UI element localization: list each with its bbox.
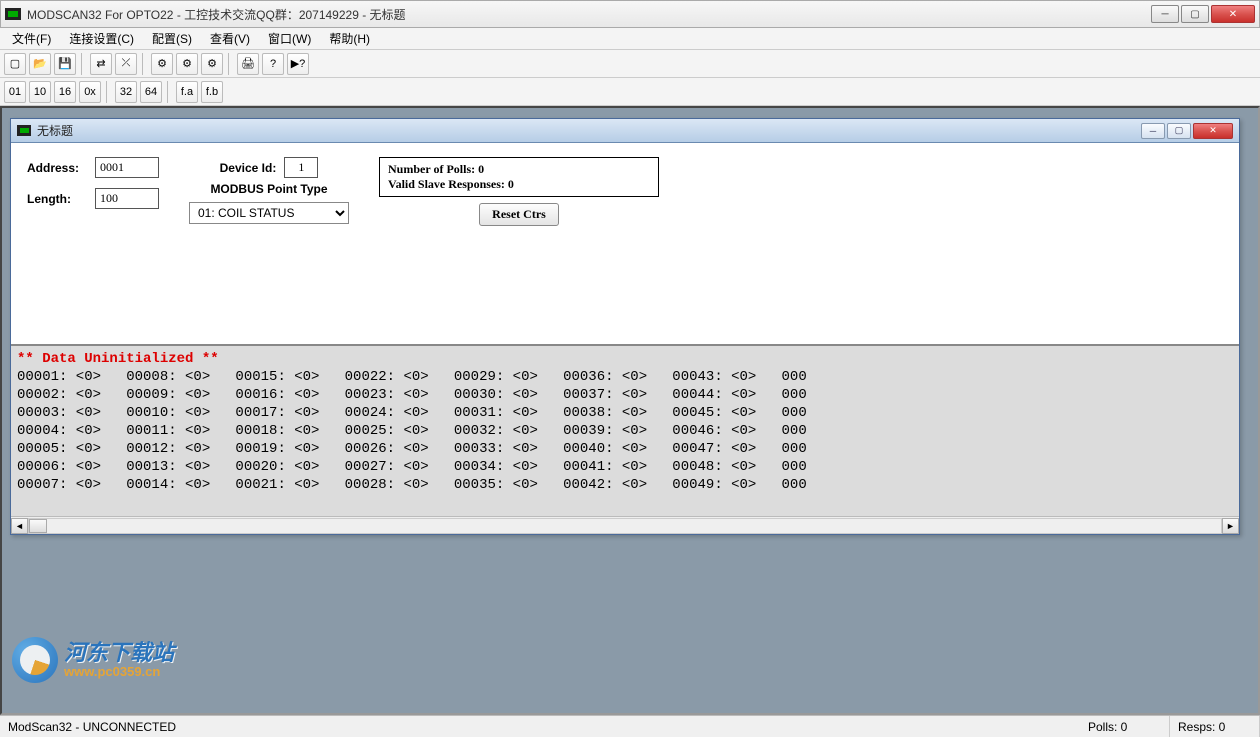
toolbtn-fmt-10[interactable]: 10	[29, 81, 51, 103]
toolbtn-new[interactable]: ▢	[4, 53, 26, 75]
statusbar: ModScan32 - UNCONNECTED Polls: 0 Resps: …	[0, 715, 1260, 737]
scroll-thumb[interactable]	[29, 519, 47, 533]
length-input[interactable]	[95, 188, 159, 209]
titlebar: MODSCAN32 For OPTO22 - 工控技术交流QQ群：2071492…	[0, 0, 1260, 28]
status-polls: Polls: 0	[1080, 716, 1170, 737]
toolbtn-fmt-32[interactable]: 32	[115, 81, 137, 103]
data-grid: 00001: <0> 00008: <0> 00015: <0> 00022: …	[17, 368, 1233, 494]
device-id-input[interactable]	[284, 157, 318, 178]
window-title: MODSCAN32 For OPTO22 - 工控技术交流QQ群：2071492…	[27, 6, 1151, 23]
child-titlebar: 无标题 ─ ▢ ✕	[11, 119, 1239, 143]
horizontal-scrollbar[interactable]: ◄ ►	[11, 516, 1239, 534]
toolbtn-fmt-16[interactable]: 16	[54, 81, 76, 103]
menu-连接设置(C)[interactable]: 连接设置(C)	[61, 28, 142, 49]
status-resps: Resps: 0	[1170, 716, 1260, 737]
menu-配置(S)[interactable]: 配置(S)	[144, 28, 200, 49]
point-type-select[interactable]: 01: COIL STATUS	[189, 202, 349, 224]
address-label: Address:	[27, 161, 87, 175]
child-close-button[interactable]: ✕	[1193, 123, 1233, 139]
watermark: 河东下载站 www.pc0359.cn	[12, 637, 174, 683]
point-type-label: MODBUS Point Type	[189, 182, 349, 196]
data-uninitialized-header: ** Data Uninitialized **	[17, 350, 1233, 368]
child-maximize-button[interactable]: ▢	[1167, 123, 1191, 139]
scroll-right-icon[interactable]: ►	[1222, 518, 1239, 534]
toolbtn-cfg1[interactable]: ⚙	[151, 53, 173, 75]
close-button[interactable]: ✕	[1211, 5, 1255, 23]
menu-窗口(W)[interactable]: 窗口(W)	[260, 28, 319, 49]
toolbtn-cfg2[interactable]: ⚙	[176, 53, 198, 75]
toolbtn-help[interactable]: ?	[262, 53, 284, 75]
toolbtn-whatsthis[interactable]: ▶?	[287, 53, 309, 75]
toolbtn-fmt-fa[interactable]: f.a	[176, 81, 198, 103]
watermark-text: 河东下载站	[64, 641, 174, 665]
toolbtn-fmt-fb[interactable]: f.b	[201, 81, 223, 103]
child-window: 无标题 ─ ▢ ✕ Address: Length: Devic	[10, 118, 1240, 535]
address-input[interactable]	[95, 157, 159, 178]
form-panel: Address: Length: Device Id: MODBUS Point…	[11, 143, 1239, 234]
device-id-label: Device Id:	[220, 161, 277, 175]
menu-文件(F)[interactable]: 文件(F)	[4, 28, 59, 49]
status-main: ModScan32 - UNCONNECTED	[0, 716, 1080, 737]
maximize-button[interactable]: ▢	[1181, 5, 1209, 23]
form-spacer	[11, 234, 1239, 344]
valid-responses-label: Valid Slave Responses: 0	[388, 177, 650, 192]
toolbtn-disconnect[interactable]: ⤫	[115, 53, 137, 75]
child-title: 无标题	[37, 122, 1141, 139]
data-area: ** Data Uninitialized ** 00001: <0> 0000…	[11, 344, 1239, 516]
length-label: Length:	[27, 192, 87, 206]
scroll-track[interactable]	[28, 518, 1222, 534]
toolbar-main: ▢📂💾⇄⤫⚙⚙⚙🖨?▶?	[0, 50, 1260, 78]
scroll-left-icon[interactable]: ◄	[11, 518, 28, 534]
app-icon	[5, 8, 21, 20]
minimize-button[interactable]: ─	[1151, 5, 1179, 23]
toolbar-format: 0110160x 3264 f.af.b	[0, 78, 1260, 106]
toolbtn-connect[interactable]: ⇄	[90, 53, 112, 75]
menubar: 文件(F)连接设置(C)配置(S)查看(V)窗口(W)帮助(H)	[0, 28, 1260, 50]
reset-counters-button[interactable]: Reset Ctrs	[479, 203, 559, 226]
toolbtn-fmt-0x[interactable]: 0x	[79, 81, 101, 103]
toolbtn-cfg3[interactable]: ⚙	[201, 53, 223, 75]
menu-查看(V)[interactable]: 查看(V)	[202, 28, 258, 49]
watermark-logo-icon	[12, 637, 58, 683]
toolbtn-fmt-01[interactable]: 01	[4, 81, 26, 103]
toolbtn-open[interactable]: 📂	[29, 53, 51, 75]
poll-status-box: Number of Polls: 0 Valid Slave Responses…	[379, 157, 659, 197]
toolbtn-print[interactable]: 🖨	[237, 53, 259, 75]
toolbtn-save[interactable]: 💾	[54, 53, 76, 75]
watermark-url: www.pc0359.cn	[64, 665, 174, 679]
child-icon	[17, 125, 31, 136]
toolbtn-fmt-64[interactable]: 64	[140, 81, 162, 103]
child-minimize-button[interactable]: ─	[1141, 123, 1165, 139]
menu-帮助(H)[interactable]: 帮助(H)	[321, 28, 378, 49]
mdi-area: 无标题 ─ ▢ ✕ Address: Length: Devic	[0, 106, 1260, 715]
polls-count-label: Number of Polls: 0	[388, 162, 650, 177]
